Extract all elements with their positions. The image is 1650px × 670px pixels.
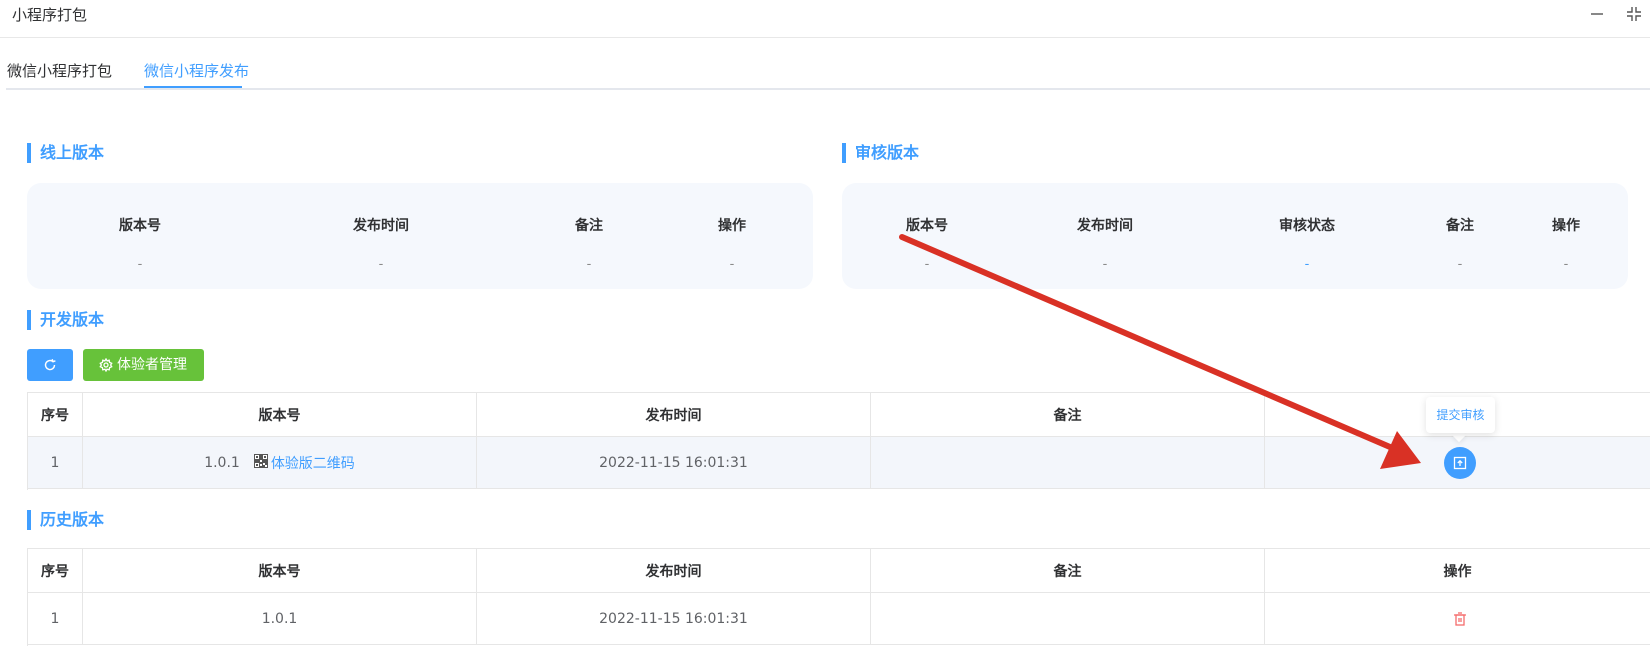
gear-icon: [99, 358, 113, 372]
review-header-version: 版本号: [906, 218, 948, 234]
review-value-action: -: [1563, 257, 1569, 272]
history-row-time: 2022-11-15 16:01:31: [477, 593, 871, 645]
refresh-icon: [44, 358, 56, 371]
review-version-panel: 版本号 发布时间 审核状态 备注 操作 - - - - -: [842, 183, 1628, 289]
online-version-title: 线上版本: [27, 143, 104, 163]
history-row-index: 1: [28, 593, 83, 645]
online-header-note: 备注: [575, 218, 603, 234]
dev-row-note: [871, 437, 1265, 489]
history-version-title: 历史版本: [27, 510, 104, 530]
review-header-action: 操作: [1552, 218, 1580, 234]
dev-row-index: 1: [28, 437, 83, 489]
history-col-action: 操作: [1265, 549, 1650, 593]
online-value-action: -: [729, 257, 735, 272]
history-version-table: 序号 版本号 发布时间 备注 操作 1 1.0.1 2022-11-15 16:…: [27, 548, 1650, 646]
tester-management-button[interactable]: 体验者管理: [83, 349, 204, 381]
review-header-time: 发布时间: [1077, 218, 1133, 234]
upload-icon: [1453, 456, 1467, 470]
dev-col-note: 备注: [871, 393, 1265, 437]
review-header-status: 审核状态: [1279, 218, 1335, 234]
history-col-time: 发布时间: [477, 549, 871, 593]
trash-icon[interactable]: [1452, 611, 1468, 627]
history-row-version: 1.0.1: [83, 593, 477, 645]
tab-wechat-publish[interactable]: 微信小程序发布: [144, 60, 249, 81]
submit-review-tooltip: 提交审核: [1426, 397, 1495, 433]
minimize-icon[interactable]: [1587, 4, 1607, 24]
experience-qr-link[interactable]: 体验版二维码: [271, 453, 355, 473]
online-header-action: 操作: [718, 218, 746, 234]
review-version-title: 审核版本: [842, 143, 919, 163]
review-header-note: 备注: [1446, 218, 1474, 234]
history-col-note: 备注: [871, 549, 1265, 593]
online-header-version: 版本号: [119, 218, 161, 234]
history-col-version: 版本号: [83, 549, 477, 593]
history-col-index: 序号: [28, 549, 83, 593]
review-value-status: -: [1304, 257, 1310, 272]
submit-review-button[interactable]: [1444, 447, 1476, 479]
review-value-note: -: [1457, 257, 1463, 272]
online-value-version: -: [137, 257, 143, 272]
window-titlebar: 小程序打包: [0, 0, 1650, 38]
qr-code-icon: [253, 453, 268, 472]
tab-wechat-package[interactable]: 微信小程序打包: [7, 60, 112, 81]
review-value-time: -: [1102, 257, 1108, 272]
window-title: 小程序打包: [12, 6, 88, 24]
dev-row-time: 2022-11-15 16:01:31: [477, 437, 871, 489]
tester-management-label: 体验者管理: [117, 357, 187, 373]
online-value-time: -: [378, 257, 384, 272]
history-row-note: [871, 593, 1265, 645]
online-header-time: 发布时间: [353, 218, 409, 234]
dev-col-time: 发布时间: [477, 393, 871, 437]
dev-row-version-cell: 1.0.1 体验版二维码: [83, 437, 477, 489]
shrink-icon[interactable]: [1624, 4, 1644, 24]
refresh-button[interactable]: [27, 349, 73, 381]
online-value-note: -: [586, 257, 592, 272]
dev-row-version: 1.0.1: [204, 454, 240, 471]
review-value-version: -: [924, 257, 930, 272]
dev-version-title: 开发版本: [27, 310, 104, 330]
online-version-panel: 版本号 发布时间 备注 操作 - - - -: [27, 183, 813, 289]
dev-version-table: 序号 版本号 发布时间 备注 操作 1 1.0.1 体验版二维码 2022-11…: [27, 392, 1650, 490]
dev-col-index: 序号: [28, 393, 83, 437]
dev-col-version: 版本号: [83, 393, 477, 437]
active-tab-indicator: [144, 86, 242, 88]
tab-bar: 微信小程序打包 微信小程序发布: [6, 38, 1650, 90]
